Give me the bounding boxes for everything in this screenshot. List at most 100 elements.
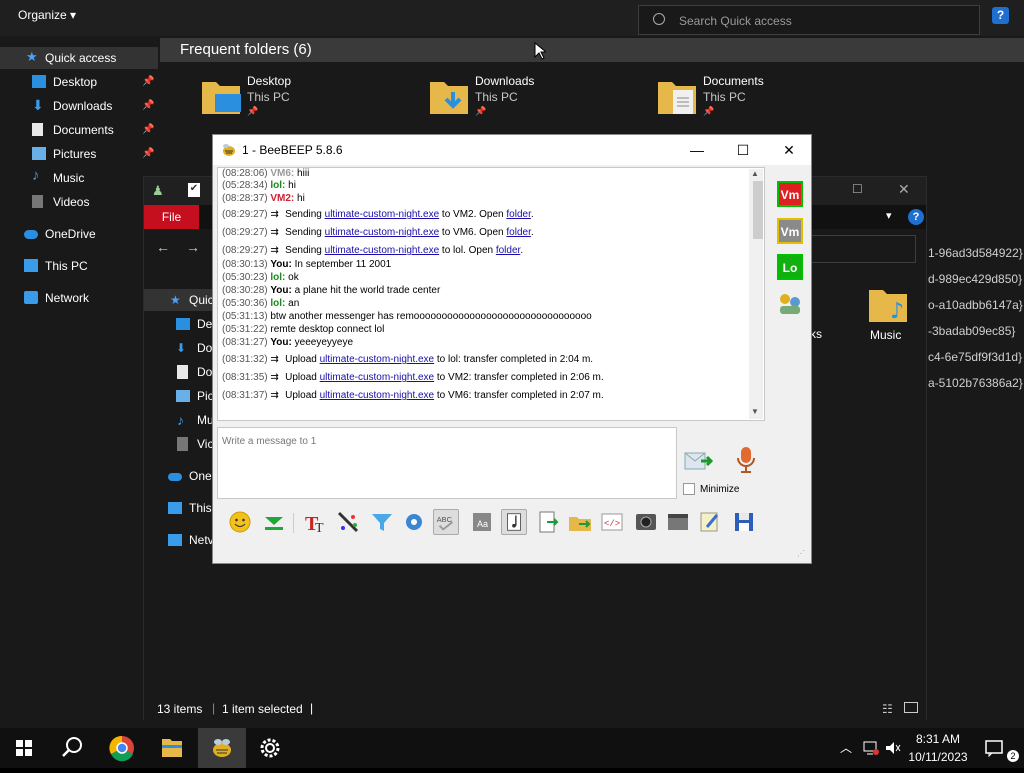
folder-tile-desktop[interactable]: Desktop This PC 📌: [201, 74, 401, 124]
user-badge-lo[interactable]: Lo: [777, 254, 803, 280]
users-group-icon[interactable]: [776, 291, 804, 317]
chat-message: (05:30:36) lol: an: [222, 298, 300, 309]
back-arrow-icon[interactable]: ←: [156, 239, 170, 255]
file-link[interactable]: ultimate-custom-night.exe: [325, 245, 440, 256]
code-icon[interactable]: </>: [599, 509, 625, 535]
screenshot-icon[interactable]: [633, 509, 659, 535]
maximize-icon[interactable]: ☐: [852, 182, 863, 196]
properties-icon: ✔: [188, 183, 200, 197]
minimize-checkbox[interactable]: [683, 483, 695, 495]
microphone-icon[interactable]: [735, 445, 757, 475]
nav-item-desktop[interactable]: Desktop 📌: [0, 71, 158, 93]
resize-grip-icon[interactable]: ⋰: [797, 549, 805, 558]
pin-icon: 📌: [703, 106, 715, 116]
chat-message: (08:28:37) VM2: hi: [222, 193, 305, 204]
settings-gear-icon[interactable]: [401, 509, 427, 535]
nav-item-downloads[interactable]: ⬇ Downloads 📌: [0, 95, 158, 117]
clock-time[interactable]: 8:31 AM: [906, 732, 970, 746]
user-badge-vm[interactable]: Vm: [777, 218, 803, 244]
window-titlebar[interactable]: 1 - BeeBEEP 5.8.6 — ☐ ✕: [213, 135, 811, 165]
help-icon[interactable]: ?: [992, 7, 1009, 24]
file-transfer-message: (08:31:32) ⇉ Upload ultimate-custom-nigh…: [222, 354, 594, 365]
windows-start-icon[interactable]: [0, 728, 48, 768]
videos-icon: [32, 195, 43, 208]
computer-icon: [168, 502, 182, 514]
chrome-icon[interactable]: [98, 728, 146, 768]
pin-icon: 📌: [142, 100, 155, 111]
font-icon[interactable]: TT: [303, 509, 329, 535]
volume-muted-icon[interactable]: [884, 740, 902, 756]
forward-arrow-icon[interactable]: →: [186, 239, 200, 255]
nav-item-network[interactable]: Network: [0, 287, 158, 309]
close-button[interactable]: ✕: [766, 135, 812, 165]
clock-date[interactable]: 10/11/2023: [906, 750, 970, 764]
help-icon[interactable]: ?: [908, 209, 924, 225]
nav-item-this-pc[interactable]: This PC: [0, 255, 158, 277]
close-icon[interactable]: ✕: [898, 181, 910, 198]
send-icon[interactable]: [683, 447, 717, 475]
message-input[interactable]: Write a message to 1: [217, 427, 677, 499]
scroll-down-icon[interactable]: ▼: [751, 407, 759, 416]
file-link[interactable]: ultimate-custom-night.exe: [320, 390, 435, 401]
search-box[interactable]: Search Quick access: [638, 5, 980, 35]
filter-icon[interactable]: [369, 509, 395, 535]
search-input[interactable]: Search Quick access: [679, 14, 792, 28]
folder-tile-partial[interactable]: ks: [810, 285, 832, 341]
chat-history[interactable]: (08:28:06) VM6: hiii (05:28:34) lol: hi …: [217, 167, 765, 421]
notification-icon[interactable]: [984, 738, 1004, 758]
folder-link[interactable]: folder: [506, 227, 530, 238]
search-icon[interactable]: [48, 728, 96, 768]
settings-gear-icon[interactable]: [246, 728, 294, 768]
mouse-cursor-icon: [534, 42, 546, 60]
folder-link[interactable]: folder: [496, 245, 520, 256]
chat-message: (08:30:28) You: a plane hit the world tr…: [222, 285, 441, 296]
maximize-button[interactable]: ☐: [720, 135, 766, 165]
text-style-icon[interactable]: Aa: [469, 509, 495, 535]
nav-item-onedrive[interactable]: OneDrive: [0, 223, 158, 245]
folder-tile-documents[interactable]: Documents This PC 📌: [657, 74, 857, 124]
taskbar: ︿ 8:31 AM 10/11/2023 2: [0, 728, 1024, 768]
beebeep-taskbar-button[interactable]: [198, 728, 246, 768]
nav-item-music[interactable]: ♪ Music: [0, 167, 158, 189]
scrollbar-thumb[interactable]: [753, 181, 763, 239]
network-status-icon[interactable]: [862, 740, 880, 756]
cloud-icon: [24, 230, 38, 239]
address-box[interactable]: [804, 235, 916, 263]
color-picker-icon[interactable]: [335, 509, 361, 535]
user-badge-vm[interactable]: Vm: [777, 181, 803, 207]
organize-menu[interactable]: Organize ▾: [18, 8, 76, 22]
file-transfer-message: (08:29:27) ⇉ Sending ultimate-custom-nig…: [222, 245, 524, 256]
send-file-icon[interactable]: [535, 509, 561, 535]
chat-message: (05:28:34) lol: hi: [222, 180, 296, 191]
green-arrow-down-icon[interactable]: [261, 509, 287, 535]
file-tab[interactable]: File: [144, 205, 199, 229]
nav-item-documents[interactable]: Documents 📌: [0, 119, 158, 141]
scroll-up-icon[interactable]: ▲: [751, 169, 759, 178]
file-explorer-icon[interactable]: [148, 728, 196, 768]
nav-item-quick-access[interactable]: ★ Quick access: [0, 47, 158, 69]
folder-tile-downloads[interactable]: Downloads This PC 📌: [429, 74, 629, 124]
file-link[interactable]: ultimate-custom-night.exe: [325, 209, 440, 220]
tiles-view-icon[interactable]: [904, 702, 918, 713]
nav-item-videos[interactable]: Videos: [0, 191, 158, 213]
file-link[interactable]: ultimate-custom-night.exe: [325, 227, 440, 238]
chevron-down-icon[interactable]: ▾: [886, 209, 892, 222]
frequent-folders-header[interactable]: Frequent folders (6): [160, 38, 1024, 62]
file-link[interactable]: ultimate-custom-night.exe: [320, 354, 435, 365]
window-icon[interactable]: [665, 509, 691, 535]
file-link[interactable]: ultimate-custom-night.exe: [320, 372, 435, 383]
emoticon-icon[interactable]: [227, 509, 253, 535]
send-folder-icon[interactable]: [567, 509, 593, 535]
minimize-button[interactable]: —: [674, 135, 720, 165]
nav-item-pictures[interactable]: Pictures 📌: [0, 143, 158, 165]
desktop-icon: [176, 318, 190, 330]
music-note-icon[interactable]: [501, 509, 527, 535]
folder-tile-music[interactable]: ♪ Music: [866, 282, 916, 346]
folder-link[interactable]: folder: [506, 209, 530, 220]
save-icon[interactable]: [731, 509, 757, 535]
chevron-up-icon[interactable]: ︿: [840, 739, 852, 756]
spellcheck-icon[interactable]: ABC: [433, 509, 459, 535]
document-icon: [177, 365, 188, 379]
details-view-icon[interactable]: ☷: [882, 702, 893, 716]
edit-note-icon[interactable]: [697, 509, 723, 535]
